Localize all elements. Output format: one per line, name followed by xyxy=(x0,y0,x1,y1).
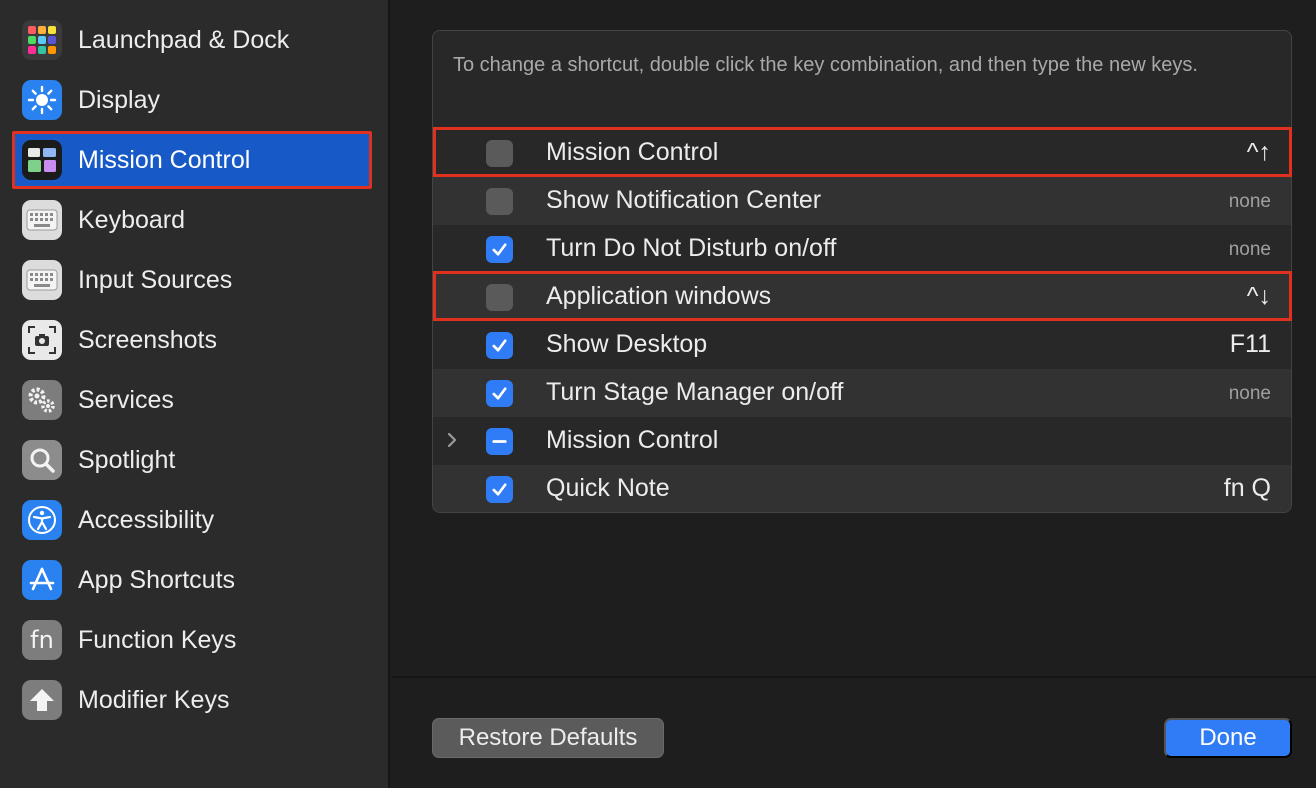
app-store-icon xyxy=(22,560,62,600)
sidebar-item-spotlight[interactable]: Spotlight xyxy=(12,431,372,489)
shortcut-row-stage-manager[interactable]: Turn Stage Manager on/off none xyxy=(433,369,1291,417)
sidebar-item-function-keys[interactable]: fn Function Keys xyxy=(12,611,372,669)
sidebar-item-app-shortcuts[interactable]: App Shortcuts xyxy=(12,551,372,609)
shortcut-row-do-not-disturb[interactable]: Turn Do Not Disturb on/off none xyxy=(433,225,1291,273)
sidebar-item-screenshots[interactable]: Screenshots xyxy=(12,311,372,369)
sidebar-item-label: Services xyxy=(78,385,174,414)
sidebar-item-services[interactable]: Services xyxy=(12,371,372,429)
shortcut-keys[interactable]: ^↑ xyxy=(1247,138,1271,167)
keyboard-icon xyxy=(22,260,62,300)
sidebar-item-label: Keyboard xyxy=(78,205,186,234)
shortcut-keys[interactable]: fn Q xyxy=(1224,474,1271,503)
sidebar-item-label: Accessibility xyxy=(78,505,215,534)
footer-divider xyxy=(392,676,1316,678)
sidebar-item-label: Display xyxy=(78,85,160,114)
checkbox[interactable] xyxy=(486,332,513,359)
done-button[interactable]: Done xyxy=(1164,718,1292,758)
sidebar-item-display[interactable]: Display xyxy=(12,71,372,129)
shortcut-row-mission-control[interactable]: Mission Control ^↑ xyxy=(433,129,1291,177)
checkmark-icon xyxy=(492,243,507,256)
sidebar-item-input-sources[interactable]: Input Sources xyxy=(12,251,372,309)
checkbox[interactable] xyxy=(486,476,513,503)
checkbox[interactable] xyxy=(486,188,513,215)
shortcut-row-application-windows[interactable]: Application windows ^↓ xyxy=(433,273,1291,321)
instruction-text: To change a shortcut, double click the k… xyxy=(453,54,1198,76)
camera-icon xyxy=(22,320,62,360)
shortcut-keys[interactable]: none xyxy=(1229,239,1271,261)
shortcut-list: To change a shortcut, double click the k… xyxy=(432,30,1292,513)
mission-control-icon xyxy=(22,140,62,180)
keyboard-icon xyxy=(22,200,62,240)
sidebar-item-label: Modifier Keys xyxy=(78,685,230,714)
shortcut-name: Show Notification Center xyxy=(546,186,822,214)
shortcut-name: Mission Control xyxy=(546,138,719,166)
sidebar-item-label: Mission Control xyxy=(78,145,251,174)
shortcut-row-show-notification-center[interactable]: Show Notification Center none xyxy=(433,177,1291,225)
shortcut-row-show-desktop[interactable]: Show Desktop F11 xyxy=(433,321,1291,369)
checkbox[interactable] xyxy=(486,380,513,407)
shortcut-group-mission-control[interactable]: Mission Control xyxy=(433,417,1291,465)
sidebar-item-label: Launchpad & Dock xyxy=(78,25,290,54)
sidebar: Launchpad & Dock Display Mission Control… xyxy=(0,0,390,788)
checkmark-icon xyxy=(492,387,507,400)
magnifier-icon xyxy=(22,440,62,480)
restore-defaults-button[interactable]: Restore Defaults xyxy=(432,718,664,758)
sun-icon xyxy=(22,80,62,120)
launchpad-icon xyxy=(22,20,62,60)
shortcut-name: Mission Control xyxy=(546,426,719,454)
sidebar-item-label: App Shortcuts xyxy=(78,565,236,594)
shortcut-keys[interactable]: none xyxy=(1229,191,1271,213)
sidebar-item-label: Function Keys xyxy=(78,625,237,654)
accessibility-icon xyxy=(22,500,62,540)
checkbox-mixed[interactable] xyxy=(486,428,513,455)
shortcut-name: Turn Do Not Disturb on/off xyxy=(546,234,837,262)
checkbox[interactable] xyxy=(486,140,513,167)
checkbox[interactable] xyxy=(486,284,513,311)
sidebar-item-label: Screenshots xyxy=(78,325,217,354)
shortcut-name: Application windows xyxy=(546,282,772,310)
shortcut-name: Quick Note xyxy=(546,474,670,502)
sidebar-item-modifier-keys[interactable]: Modifier Keys xyxy=(12,671,372,729)
shortcut-keys[interactable]: F11 xyxy=(1230,330,1271,359)
shortcut-name: Turn Stage Manager on/off xyxy=(546,378,844,406)
gears-icon xyxy=(22,380,62,420)
checkbox[interactable] xyxy=(486,236,513,263)
minus-icon xyxy=(492,440,507,443)
sidebar-item-label: Input Sources xyxy=(78,265,233,294)
checkmark-icon xyxy=(492,339,507,352)
shortcut-keys[interactable]: ^↓ xyxy=(1247,282,1271,311)
sidebar-item-accessibility[interactable]: Accessibility xyxy=(12,491,372,549)
sidebar-item-mission-control[interactable]: Mission Control xyxy=(12,131,372,189)
shortcut-pane: To change a shortcut, double click the k… xyxy=(392,0,1316,788)
sidebar-item-label: Spotlight xyxy=(78,445,176,474)
shortcut-keys[interactable]: none xyxy=(1229,383,1271,405)
sidebar-item-keyboard[interactable]: Keyboard xyxy=(12,191,372,249)
up-arrow-icon xyxy=(22,680,62,720)
sidebar-item-launchpad-dock[interactable]: Launchpad & Dock xyxy=(12,11,372,69)
chevron-right-icon[interactable] xyxy=(441,429,463,451)
checkmark-icon xyxy=(492,483,507,496)
shortcut-name: Show Desktop xyxy=(546,330,708,358)
fn-icon: fn xyxy=(22,620,62,660)
shortcut-row-quick-note[interactable]: Quick Note fn Q xyxy=(433,465,1291,512)
